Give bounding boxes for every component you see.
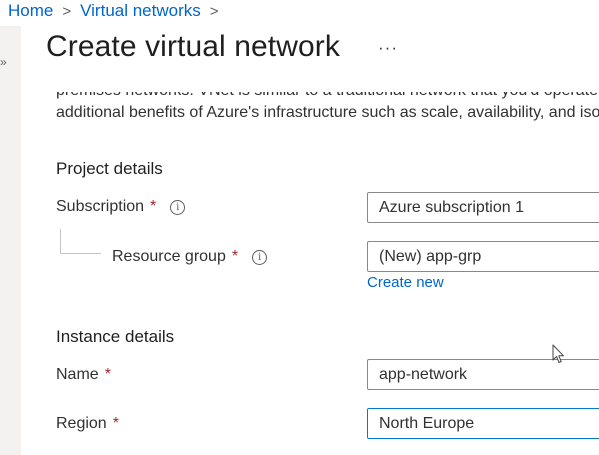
subscription-label: Subscription * i bbox=[56, 198, 186, 216]
subscription-value: Azure subscription 1 bbox=[379, 198, 524, 216]
region-value: North Europe bbox=[379, 414, 475, 432]
more-icon[interactable]: ··· bbox=[378, 38, 398, 58]
breadcrumb-virtual-networks-link[interactable]: Virtual networks bbox=[80, 1, 201, 21]
resource-group-label: Resource group * i bbox=[112, 248, 268, 266]
region-dropdown[interactable]: North Europe bbox=[367, 408, 599, 439]
chevron-right-icon: > bbox=[209, 2, 219, 20]
name-label-text: Name bbox=[56, 366, 99, 383]
description: premises networks. VNet is similar to a … bbox=[56, 92, 599, 136]
create-new-link[interactable]: Create new bbox=[367, 274, 444, 291]
name-value: app-network bbox=[379, 365, 468, 383]
description-line: premises networks. VNet is similar to a … bbox=[56, 92, 599, 102]
description-line: additional benefits of Azure's infrastru… bbox=[56, 104, 599, 121]
instance-details-heading: Instance details bbox=[56, 327, 175, 346]
required-asterisk: * bbox=[112, 415, 119, 432]
project-details-heading: Project details bbox=[56, 159, 163, 178]
region-label: Region * bbox=[56, 415, 119, 433]
region-label-text: Region bbox=[56, 415, 107, 432]
required-asterisk: * bbox=[104, 366, 111, 383]
subscription-label-text: Subscription bbox=[56, 198, 145, 215]
page-title: Create virtual network bbox=[46, 30, 340, 63]
collapsed-side-panel bbox=[0, 26, 21, 455]
required-asterisk: * bbox=[231, 248, 239, 265]
resource-group-value: (New) app-grp bbox=[379, 247, 482, 265]
required-asterisk: * bbox=[150, 198, 157, 215]
tree-connector bbox=[60, 229, 101, 254]
info-icon[interactable]: i bbox=[252, 249, 268, 265]
chevron-right-icon: > bbox=[62, 2, 72, 20]
resource-group-dropdown[interactable]: (New) app-grp bbox=[367, 241, 599, 272]
expand-chevron-icon[interactable]: » bbox=[0, 55, 7, 69]
info-icon[interactable]: i bbox=[170, 199, 186, 215]
breadcrumb: Home > Virtual networks > bbox=[8, 0, 228, 22]
breadcrumb-home-link[interactable]: Home bbox=[8, 1, 53, 21]
subscription-dropdown[interactable]: Azure subscription 1 bbox=[367, 192, 599, 223]
mouse-cursor-icon bbox=[552, 344, 564, 363]
resource-group-label-text: Resource group bbox=[112, 248, 226, 265]
name-label: Name * bbox=[56, 366, 111, 384]
